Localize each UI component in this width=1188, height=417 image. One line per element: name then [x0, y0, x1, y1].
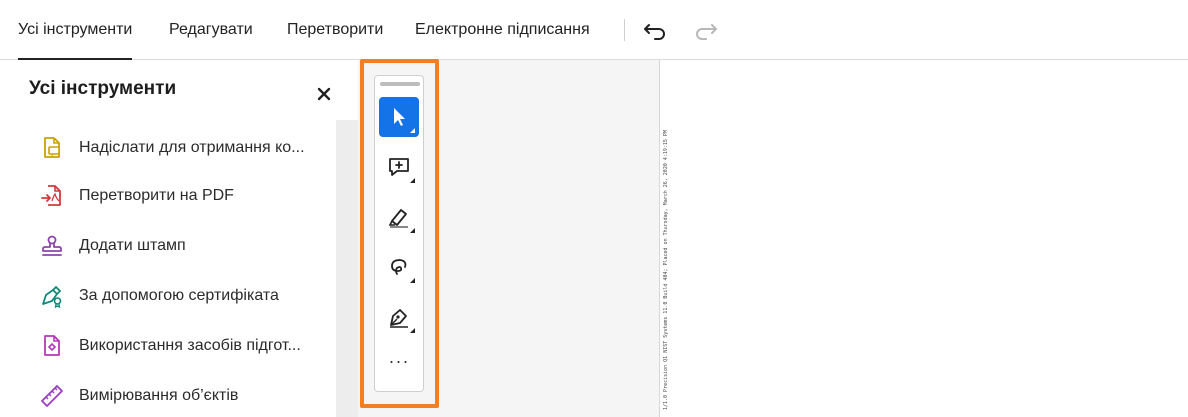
tab-edit[interactable]: Редагувати: [169, 0, 253, 59]
add-comment-icon: [389, 158, 409, 176]
top-menu-bar: Усі інструменти Редагувати Перетворити Е…: [0, 0, 1188, 60]
tool-options-indicator: [410, 328, 415, 333]
tool-send-for-comments[interactable]: Надіслати для отримання ко...: [36, 130, 326, 166]
lasso-tool-button[interactable]: [379, 247, 419, 287]
highlighter-icon: [388, 209, 408, 228]
more-tools-button[interactable]: ···: [379, 346, 419, 386]
tool-options-indicator: [410, 228, 415, 233]
tool-label: Перетворити на PDF: [79, 187, 234, 204]
panel-title: Усі інструменти: [29, 78, 177, 99]
tool-label: Вимірювання об’єктів: [79, 387, 239, 404]
tool-prepare-form[interactable]: Використання засобів підгот...: [36, 328, 326, 364]
select-tool-button[interactable]: [379, 97, 419, 137]
lasso-icon: [391, 259, 407, 275]
close-panel-button[interactable]: [314, 82, 334, 104]
tool-label: Використання засобів підгот...: [79, 337, 301, 354]
certificate-pen-icon: [40, 284, 64, 309]
document-page[interactable]: [659, 60, 1188, 417]
tool-measure[interactable]: Вимірювання об’єктів: [36, 378, 326, 414]
convert-to-pdf-icon: [40, 184, 64, 208]
draw-tool-button[interactable]: [379, 297, 419, 337]
send-for-comments-icon: [40, 136, 64, 160]
tool-options-indicator: [410, 178, 415, 183]
ruler-icon: [40, 384, 64, 408]
select-cursor-icon: [394, 108, 405, 126]
tool-options-indicator: [410, 128, 415, 133]
toolbar-drag-handle[interactable]: [380, 82, 420, 86]
highlight-tool-button[interactable]: [379, 197, 419, 237]
undo-icon[interactable]: [643, 18, 669, 42]
tool-label: Додати штамп: [79, 237, 186, 254]
all-tools-panel: Усі інструменти Надіслати для отримання …: [0, 60, 358, 417]
tab-all-tools[interactable]: Усі інструменти: [18, 0, 133, 60]
tool-label: За допомогою сертифіката: [79, 287, 279, 304]
quick-tools-toolbar: ···: [374, 75, 424, 392]
stamp-icon: [40, 234, 64, 258]
panel-scrollbar[interactable]: [336, 120, 358, 417]
redo-icon[interactable]: [692, 18, 718, 42]
tool-certificate[interactable]: За допомогою сертифіката: [36, 278, 326, 314]
page-vertical-text: 1/1.0 Precision Q1 NIST Systems 11.0 Bui…: [663, 130, 669, 410]
tool-label: Надіслати для отримання ко...: [79, 139, 305, 156]
add-comment-button[interactable]: [379, 147, 419, 187]
tab-e-sign[interactable]: Електронне підписання: [415, 0, 590, 59]
toolbar-divider: [624, 19, 625, 41]
tool-add-stamp[interactable]: Додати штамп: [36, 228, 326, 264]
tool-convert-to-pdf[interactable]: Перетворити на PDF: [36, 178, 326, 214]
prepare-form-icon: [40, 334, 64, 358]
draw-pen-icon: [390, 309, 408, 328]
tool-options-indicator: [410, 278, 415, 283]
tab-convert[interactable]: Перетворити: [287, 0, 383, 59]
